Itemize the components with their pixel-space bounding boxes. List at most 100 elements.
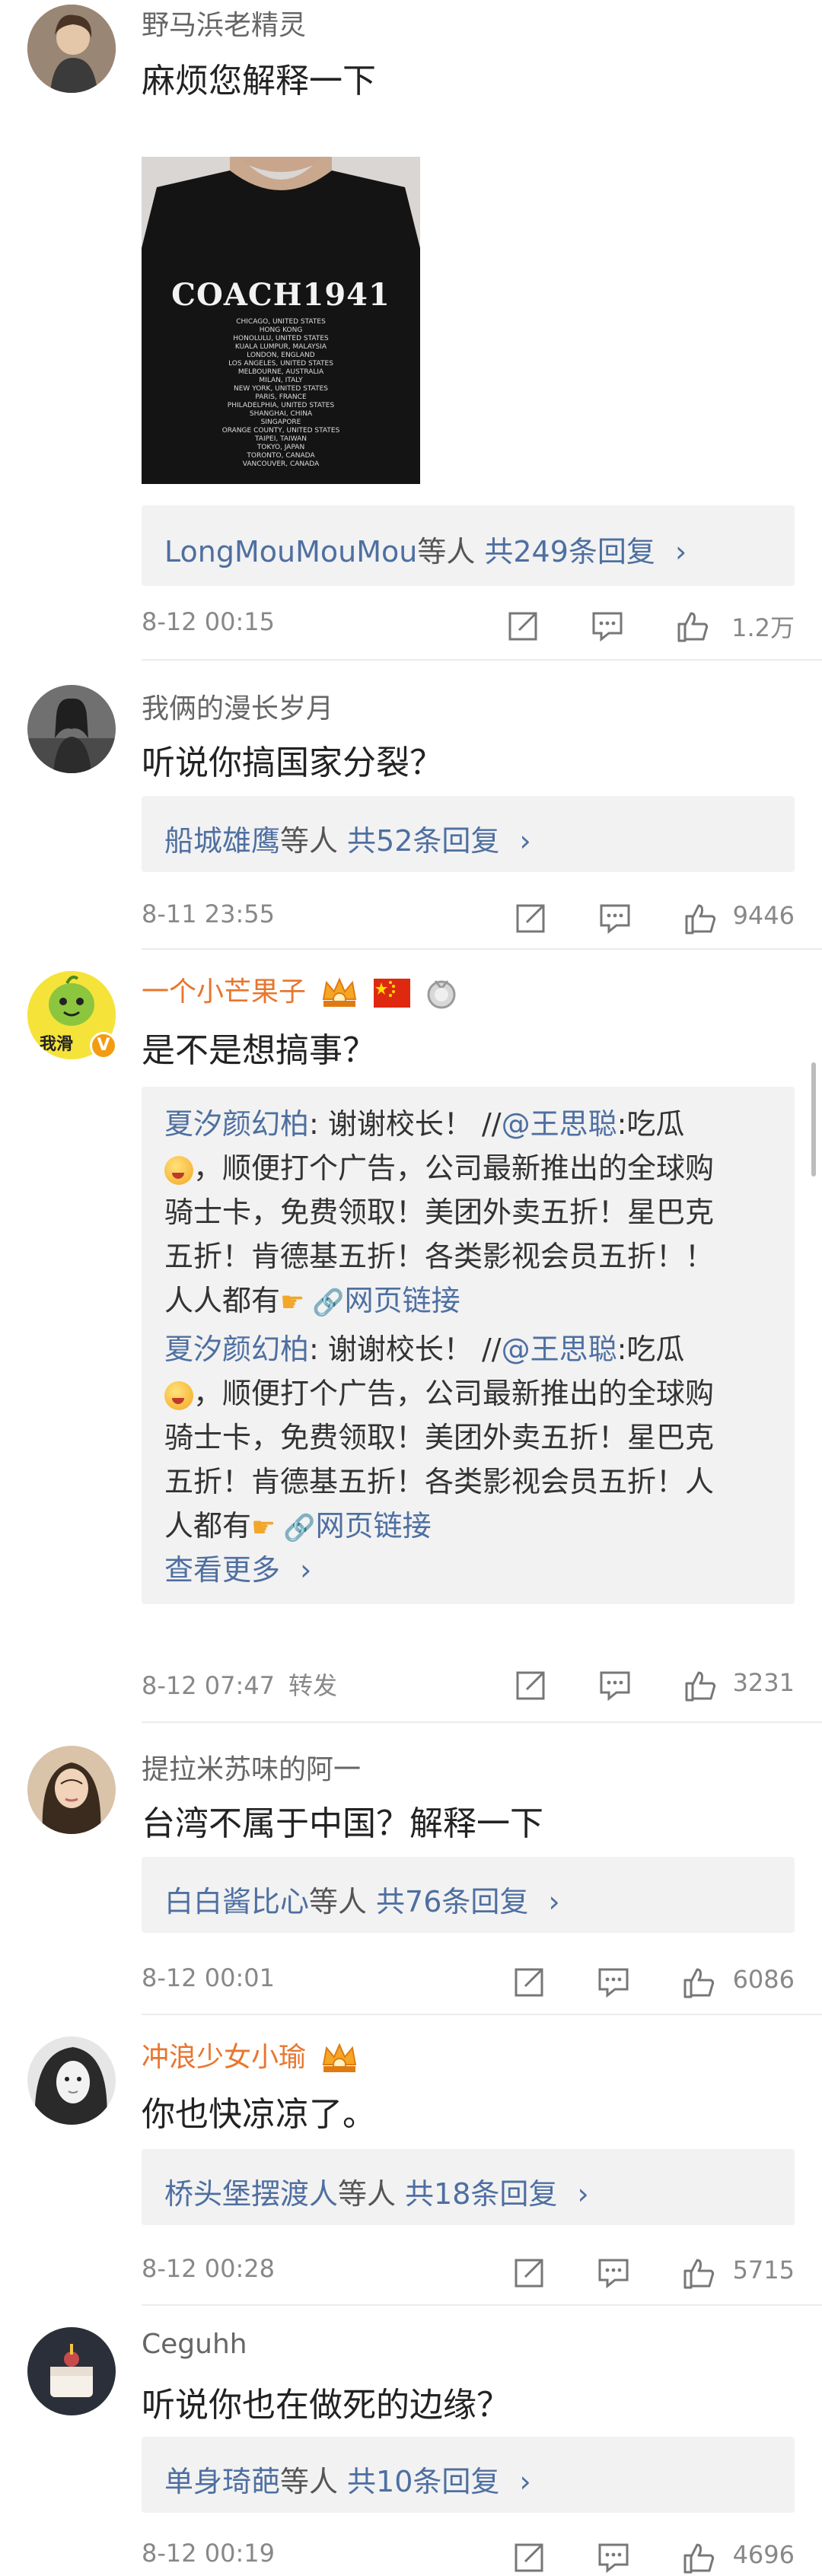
avatar[interactable] [27, 1746, 116, 1834]
comment-text: 听说你也在做死的边缘？ [142, 2386, 510, 2425]
medal-badge-icon [427, 980, 456, 1009]
comment-image[interactable]: COACH1941 CHICAGO, UNITED STATES HONG KON… [142, 157, 420, 484]
reply-count[interactable]: 共18条回复 [405, 2177, 557, 2211]
avatar[interactable] [27, 2036, 116, 2125]
comment-icon[interactable] [597, 2256, 630, 2289]
reply-suffix: 等人 [280, 824, 339, 858]
reply-users[interactable]: 单身琦葩 [164, 2465, 280, 2498]
like-icon[interactable] [682, 2540, 715, 2574]
username-row: 一个小芒果子 [142, 970, 458, 1010]
tshirt-city-line: TOKYO, JAPAN [256, 444, 305, 451]
comment-meta: 8-12 00:15 1.2万 [142, 607, 795, 645]
reply-users[interactable]: 白白酱比心 [164, 1885, 309, 1918]
username[interactable]: 提拉米苏味的阿一 [142, 1747, 361, 1787]
comment-meta: 8-11 23:55 9446 [142, 900, 795, 938]
avatar-image [27, 5, 116, 93]
username[interactable]: 一个小芒果子 [142, 976, 306, 1008]
reply-preview[interactable]: 夏汐颜幻柏: 谢谢校长！ //@王思聪:吃瓜 ，顺便打个广告，公司最新推出的全球… [164, 1102, 789, 1325]
link-icon: 🔗 [312, 1287, 345, 1318]
eating-melon-emoji-icon [164, 1155, 193, 1185]
share-icon[interactable] [515, 901, 548, 935]
reply-summary[interactable]: 白白酱比心等人 共76条回复 › [142, 1857, 795, 1933]
reply-suffix: 等人 [309, 1885, 368, 1918]
share-icon[interactable] [513, 2256, 546, 2289]
reply-thread: 夏汐颜幻柏: 谢谢校长！ //@王思聪:吃瓜 ，顺便打个广告，公司最新推出的全球… [142, 1087, 795, 1604]
pointing-hand-icon: ☛ [251, 1511, 276, 1543]
share-icon[interactable] [513, 1965, 546, 1998]
timestamp: 8-12 00:28 [142, 2254, 276, 2283]
crown-badge-icon [323, 977, 357, 1007]
chevron-right-icon: › [519, 824, 531, 858]
like-icon[interactable] [682, 1965, 715, 1998]
comment-icon[interactable] [597, 2540, 630, 2574]
divider [142, 659, 822, 661]
comment-item: Ceguhh 听说你也在做死的边缘？ 单身琦葩等人 共10条回复 › 8-12 0… [0, 2306, 822, 2576]
like-count: 4696 [732, 2540, 795, 2569]
reply-user[interactable]: 夏汐颜幻柏 [164, 1107, 309, 1141]
reply-count[interactable]: 共249条回复 [484, 535, 655, 568]
forward-label[interactable]: 转发 [288, 1671, 337, 1700]
comment-item: 野马浜老精灵 麻烦您解释一下 COACH1941 CHICAGO, UNITED… [0, 0, 822, 662]
tshirt-city-line: HONOLULU, UNITED STATES [233, 335, 329, 342]
reply-text: 五折！肯德基五折！各类影视会员五折！！ [164, 1240, 715, 1273]
reply-count[interactable]: 共76条回复 [376, 1885, 528, 1918]
comment-icon[interactable] [598, 1668, 632, 1702]
username[interactable]: 野马浜老精灵 [142, 3, 306, 43]
reply-user[interactable]: 夏汐颜幻柏 [164, 1333, 309, 1366]
web-link[interactable]: 网页链接 [316, 1509, 432, 1543]
like-count: 9446 [732, 901, 795, 930]
reply-users[interactable]: 桥头堡摆渡人 [164, 2177, 338, 2211]
web-link[interactable]: 网页链接 [345, 1284, 460, 1317]
reply-summary-text: 船城雄鹰等人 共52条回复 › [164, 817, 531, 859]
comment-meta: 8-12 07:47 转发 3231 [142, 1667, 795, 1705]
reply-users[interactable]: LongMouMouMou [164, 535, 417, 568]
reply-count[interactable]: 共52条回复 [347, 824, 499, 858]
reply-preview[interactable]: 夏汐颜幻柏: 谢谢校长！ //@王思聪:吃瓜 ，顺便打个广告，公司最新推出的全球… [164, 1327, 789, 1550]
reply-users[interactable]: 船城雄鹰 [164, 824, 280, 858]
reply-summary[interactable]: 桥头堡摆渡人等人 共18条回复 › [142, 2149, 795, 2225]
avatar-image [27, 1746, 116, 1834]
reply-suffix: 等人 [417, 535, 476, 568]
chevron-right-icon: › [548, 1885, 560, 1918]
reply-count[interactable]: 共10条回复 [347, 2465, 499, 2498]
avatar[interactable] [27, 2327, 116, 2415]
username[interactable]: 冲浪少女小瑜 [142, 2042, 306, 2073]
mention-link[interactable]: @王思聪 [502, 1107, 617, 1141]
reply-summary[interactable]: LongMouMouMou等人 共249条回复 › [142, 505, 795, 586]
reply-text: 人人都有 [164, 1284, 281, 1317]
share-icon[interactable] [507, 609, 540, 642]
reply-summary-text: 白白酱比心等人 共76条回复 › [164, 1878, 560, 1920]
reply-summary[interactable]: 单身琦葩等人 共10条回复 › [142, 2437, 795, 2513]
tshirt-city-line: ORANGE COUNTY, UNITED STATES [221, 427, 340, 435]
scrollbar[interactable] [811, 1062, 816, 1177]
username[interactable]: 我俩的漫长岁月 [142, 686, 333, 726]
mention-link[interactable]: @王思聪 [502, 1333, 617, 1366]
comment-icon[interactable] [597, 1965, 630, 1998]
reply-text: :吃瓜 [616, 1333, 685, 1366]
share-icon[interactable] [515, 1668, 548, 1702]
reply-text: 骑士卡，免费领取！美团外卖五折！星巴克 [164, 1196, 715, 1229]
like-icon[interactable] [676, 609, 709, 642]
timestamp: 8-11 23:55 [142, 900, 276, 928]
avatar[interactable] [27, 5, 116, 93]
comment-icon[interactable] [598, 901, 632, 935]
comment-item: 我滑 V 一个小芒果子 是不是想搞事？ 夏汐颜幻柏: 谢谢校长！ //@王思聪:… [0, 950, 822, 1723]
avatar[interactable] [27, 685, 116, 773]
share-icon[interactable] [513, 2540, 546, 2574]
comment-text: 是不是想搞事？ [142, 1031, 376, 1070]
like-icon[interactable] [683, 901, 717, 935]
tshirt-city-line: SINGAPORE [260, 419, 301, 426]
like-icon[interactable] [683, 1668, 717, 1702]
see-more-link[interactable]: 查看更多 › [164, 1546, 311, 1588]
avatar-image [27, 685, 116, 773]
comment-item: 冲浪少女小瑜 你也快凉凉了。 桥头堡摆渡人等人 共18条回复 › 8-12 00:… [0, 2015, 822, 2306]
like-icon[interactable] [682, 2256, 715, 2289]
comment-icon[interactable] [591, 609, 624, 642]
reply-text: 五折！肯德基五折！各类影视会员五折！人 [164, 1465, 715, 1498]
username[interactable]: Ceguhh [142, 2329, 247, 2360]
pointing-hand-icon: ☛ [280, 1286, 305, 1318]
reply-summary[interactable]: 船城雄鹰等人 共52条回复 › [142, 796, 795, 872]
reply-text: 人都有 [164, 1509, 252, 1543]
tshirt-city-line: SHANGHAI, CHINA [249, 410, 313, 418]
link-icon: 🔗 [283, 1512, 316, 1543]
